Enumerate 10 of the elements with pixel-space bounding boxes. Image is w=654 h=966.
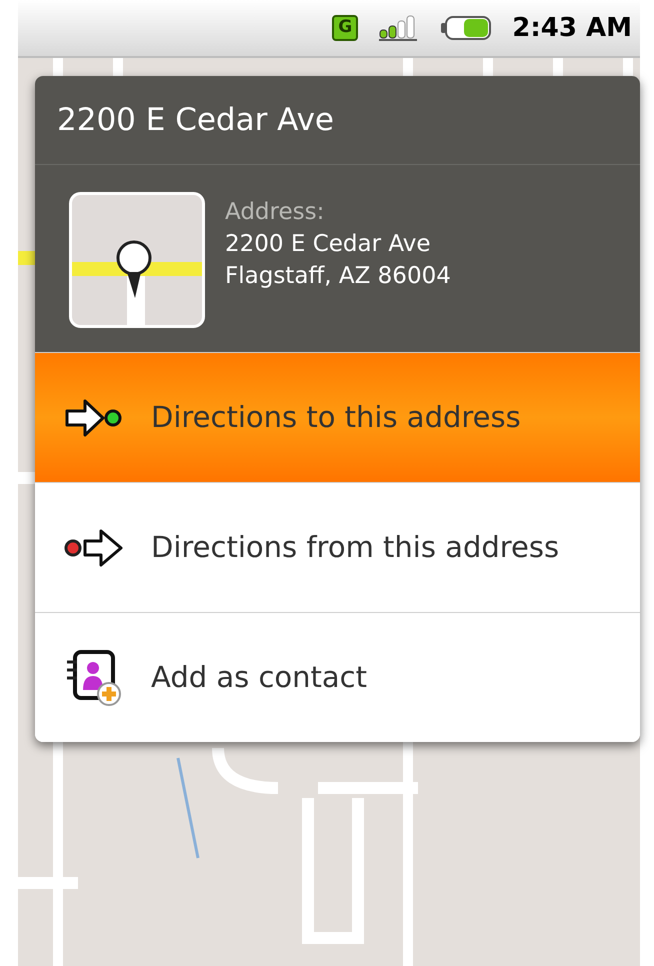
address-line: 2200 E Cedar Ave	[225, 230, 432, 259]
network-type-indicator: G	[332, 15, 358, 41]
dialog-title: 2200 E Cedar Ave	[35, 76, 640, 165]
battery-icon	[440, 14, 492, 42]
clock-time: 2:43 AM	[512, 12, 632, 44]
menu-item[interactable]: Add as contact	[35, 612, 640, 742]
menu-item[interactable]: Directions to this address	[35, 352, 640, 482]
menu-item[interactable]: Directions from this address	[35, 482, 640, 612]
address-label: Address:	[225, 198, 326, 227]
address-line: Flagstaff, AZ 86004	[225, 262, 451, 291]
